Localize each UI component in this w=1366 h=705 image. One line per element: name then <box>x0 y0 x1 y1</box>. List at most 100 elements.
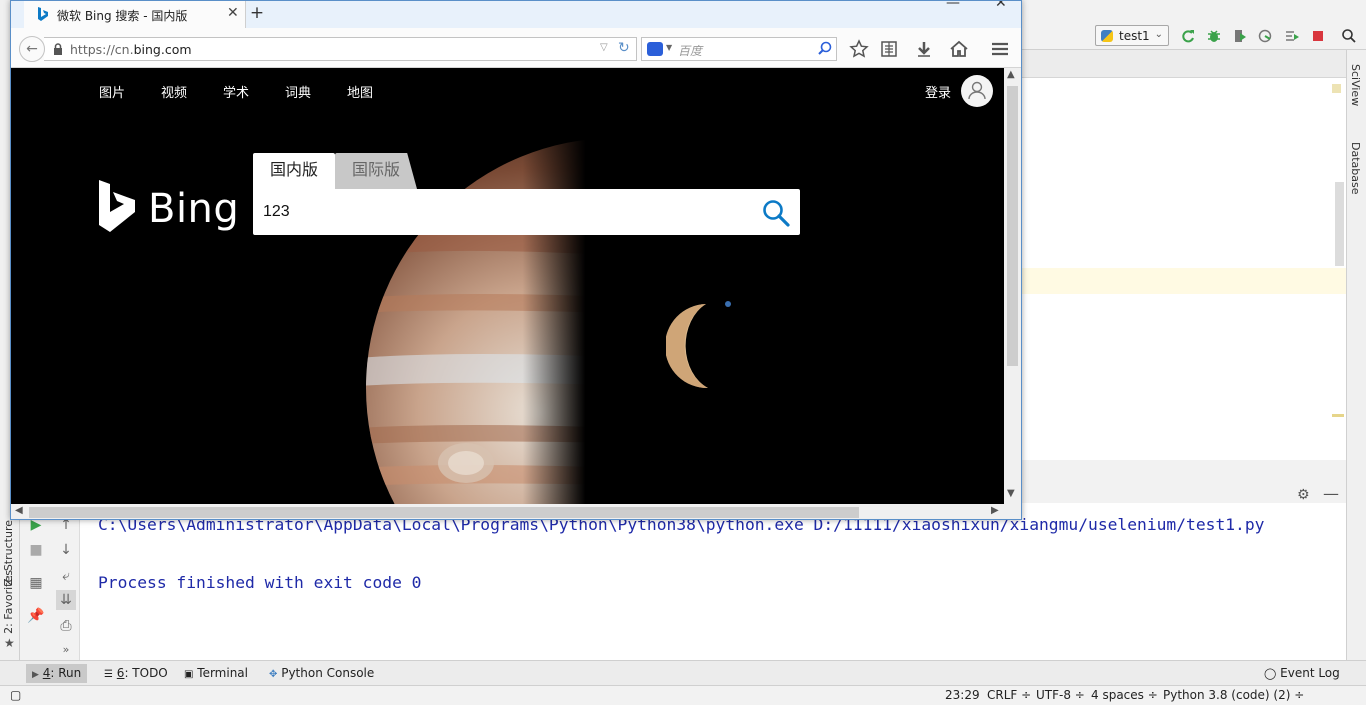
firefox-window: 微软 Bing 搜索 - 国内版 ✕ + — ✕ https://cn.bing… <box>10 0 1022 520</box>
tab-python-console[interactable]: ✥ Python Console <box>263 664 380 683</box>
bookmark-star-icon[interactable] <box>849 39 869 59</box>
tab-event-log[interactable]: ◯ Event Log <box>1258 664 1346 683</box>
layout-icon[interactable]: ▦ <box>26 573 46 593</box>
tool-window-tabs: ▶ 4: Run ☰ 6: TODO ▣ Terminal ✥ Python C… <box>0 660 1366 685</box>
code-editor[interactable] <box>1021 78 1346 460</box>
file-encoding[interactable]: UTF-8 ÷ <box>1036 688 1085 702</box>
nav-dictionary-link[interactable]: 词典 <box>285 82 311 101</box>
browser-horizontal-scrollbar[interactable]: ◀ ▶ <box>11 504 1004 519</box>
home-icon[interactable] <box>949 39 969 59</box>
bing-search-box <box>253 189 800 235</box>
editor-scrollbar[interactable] <box>1335 182 1344 266</box>
interpreter-setting[interactable]: Python 3.8 (code) (2) ÷ <box>1163 688 1304 702</box>
bing-search-input[interactable] <box>263 199 743 225</box>
rerun-icon[interactable] <box>1180 28 1196 44</box>
baidu-icon[interactable] <box>647 42 663 56</box>
scroll-down-arrow-icon[interactable]: ▼ <box>1007 488 1015 499</box>
file-encoding-label: UTF-8 <box>1036 688 1071 702</box>
bing-logo-text[interactable]: Bing <box>148 186 239 232</box>
menu-icon[interactable] <box>990 39 1010 59</box>
debug-icon[interactable] <box>1206 28 1222 44</box>
stop-button[interactable]: ■ <box>26 540 46 560</box>
tab-run-label: : Run <box>50 666 82 680</box>
editor-tab-strip <box>1021 50 1346 78</box>
engine-dropdown-icon[interactable]: ▼ <box>666 43 672 52</box>
warning-marker[interactable] <box>1332 84 1341 93</box>
new-tab-button[interactable]: + <box>247 3 267 23</box>
scroll-up-arrow-icon[interactable]: ▲ <box>1007 69 1015 80</box>
browser-tab-title: 微软 Bing 搜索 - 国内版 <box>57 9 188 23</box>
nav-maps-link[interactable]: 地图 <box>347 82 373 101</box>
interpreter-setting-label: Python 3.8 (code) (2) <box>1163 688 1291 702</box>
tab-run[interactable]: ▶ 4: Run <box>26 664 88 683</box>
nav-images-link[interactable]: 图片 <box>99 82 125 101</box>
run-triangle-icon: ▶ <box>32 670 39 680</box>
print-icon[interactable]: ⎙ <box>56 616 76 636</box>
hide-panels-icon[interactable]: ▢ <box>10 688 21 702</box>
horizontal-scroll-thumb[interactable] <box>29 507 859 518</box>
indent-setting[interactable]: 4 spaces ÷ <box>1091 688 1158 702</box>
scroll-right-arrow-icon[interactable]: ▶ <box>991 505 999 516</box>
tab-domestic[interactable]: 国内版 <box>253 153 335 189</box>
sciview-rail-label[interactable]: SciView <box>1349 64 1362 106</box>
console-exit-line: Process finished with exit code 0 <box>98 573 422 592</box>
minimize-icon[interactable]: — <box>1323 484 1339 503</box>
window-close-icon[interactable]: ✕ <box>995 1 1007 11</box>
reading-list-icon[interactable] <box>879 39 899 59</box>
tab-terminal[interactable]: ▣ Terminal <box>178 664 254 683</box>
list-icon: ☰ <box>104 669 113 680</box>
python-icon: ✥ <box>269 669 278 680</box>
highlight-marker[interactable] <box>1332 414 1344 417</box>
favorites-rail-label[interactable]: 2: Favorites <box>2 570 15 634</box>
bing-homepage: 图片 视频 学术 词典 地图 登录 Bing 国际版 国内版 <box>11 68 1004 504</box>
avatar[interactable] <box>961 75 993 107</box>
tab-terminal-label: Terminal <box>197 666 248 680</box>
url-bar[interactable]: https://cn.bing.com ▽ ↻ <box>44 37 637 61</box>
indent-setting-label: 4 spaces <box>1091 688 1144 702</box>
coverage-icon[interactable] <box>1232 28 1248 44</box>
run-console[interactable]: C:\Users\Administrator\AppData\Local\Pro… <box>80 503 1346 660</box>
login-link[interactable]: 登录 <box>925 82 951 101</box>
back-button[interactable]: ← <box>19 36 45 62</box>
browser-vertical-scrollbar[interactable]: ▲ ▼ <box>1004 68 1021 504</box>
scroll-left-arrow-icon[interactable]: ◀ <box>15 505 23 516</box>
vertical-scroll-thumb[interactable] <box>1007 86 1018 366</box>
pin-icon[interactable]: 📌 <box>26 606 46 626</box>
ide-toolbar: test1 ⌄ <box>1021 22 1366 50</box>
search-icon[interactable] <box>818 41 832 55</box>
reload-icon[interactable]: ↻ <box>618 40 630 56</box>
bing-logo-icon[interactable] <box>99 180 139 234</box>
url-history-dropdown-icon[interactable]: ▽ <box>600 42 608 53</box>
soft-wrap-icon[interactable]: ⤶ <box>56 566 76 586</box>
run-concurrency-icon[interactable] <box>1284 28 1300 44</box>
download-icon[interactable] <box>914 39 934 59</box>
chevron-down-icon: ⌄ <box>1154 29 1163 40</box>
tab-event-log-label: Event Log <box>1280 666 1340 680</box>
caret-row-highlight <box>1021 268 1346 294</box>
more-icon[interactable]: » <box>56 640 76 660</box>
scroll-down-icon[interactable]: ↓ <box>56 540 76 560</box>
browser-tab-bing[interactable]: 微软 Bing 搜索 - 国内版 ✕ <box>24 1 246 28</box>
lock-icon[interactable] <box>53 43 63 55</box>
search-everywhere-icon[interactable] <box>1341 28 1357 44</box>
tab-international[interactable]: 国际版 <box>335 153 417 189</box>
run-config-label: test1 <box>1119 29 1150 43</box>
line-separator[interactable]: CRLF ÷ <box>987 688 1031 702</box>
nav-academic-link[interactable]: 学术 <box>223 82 249 101</box>
gear-icon[interactable]: ⚙ <box>1297 487 1310 503</box>
browser-search-bar[interactable]: ▼ 百度 <box>641 37 837 61</box>
run-config-select[interactable]: test1 ⌄ <box>1095 25 1169 46</box>
database-rail-label[interactable]: Database <box>1349 142 1362 195</box>
close-tab-icon[interactable]: ✕ <box>227 5 239 21</box>
window-minimize-icon[interactable]: — <box>946 1 960 11</box>
caret-position[interactable]: 23:29 <box>945 688 980 702</box>
favorites-star-icon[interactable]: ★ <box>4 636 15 650</box>
tab-todo[interactable]: ☰ 6: TODO <box>98 664 174 683</box>
scroll-to-end-icon[interactable]: ⇊ <box>56 590 76 610</box>
url-prefix: https://cn. <box>70 42 134 57</box>
profile-icon[interactable] <box>1258 28 1274 44</box>
nav-videos-link[interactable]: 视频 <box>161 82 187 101</box>
bing-search-button[interactable] <box>761 198 791 228</box>
event-log-icon: ◯ <box>1264 667 1277 680</box>
stop-icon[interactable] <box>1310 28 1326 44</box>
